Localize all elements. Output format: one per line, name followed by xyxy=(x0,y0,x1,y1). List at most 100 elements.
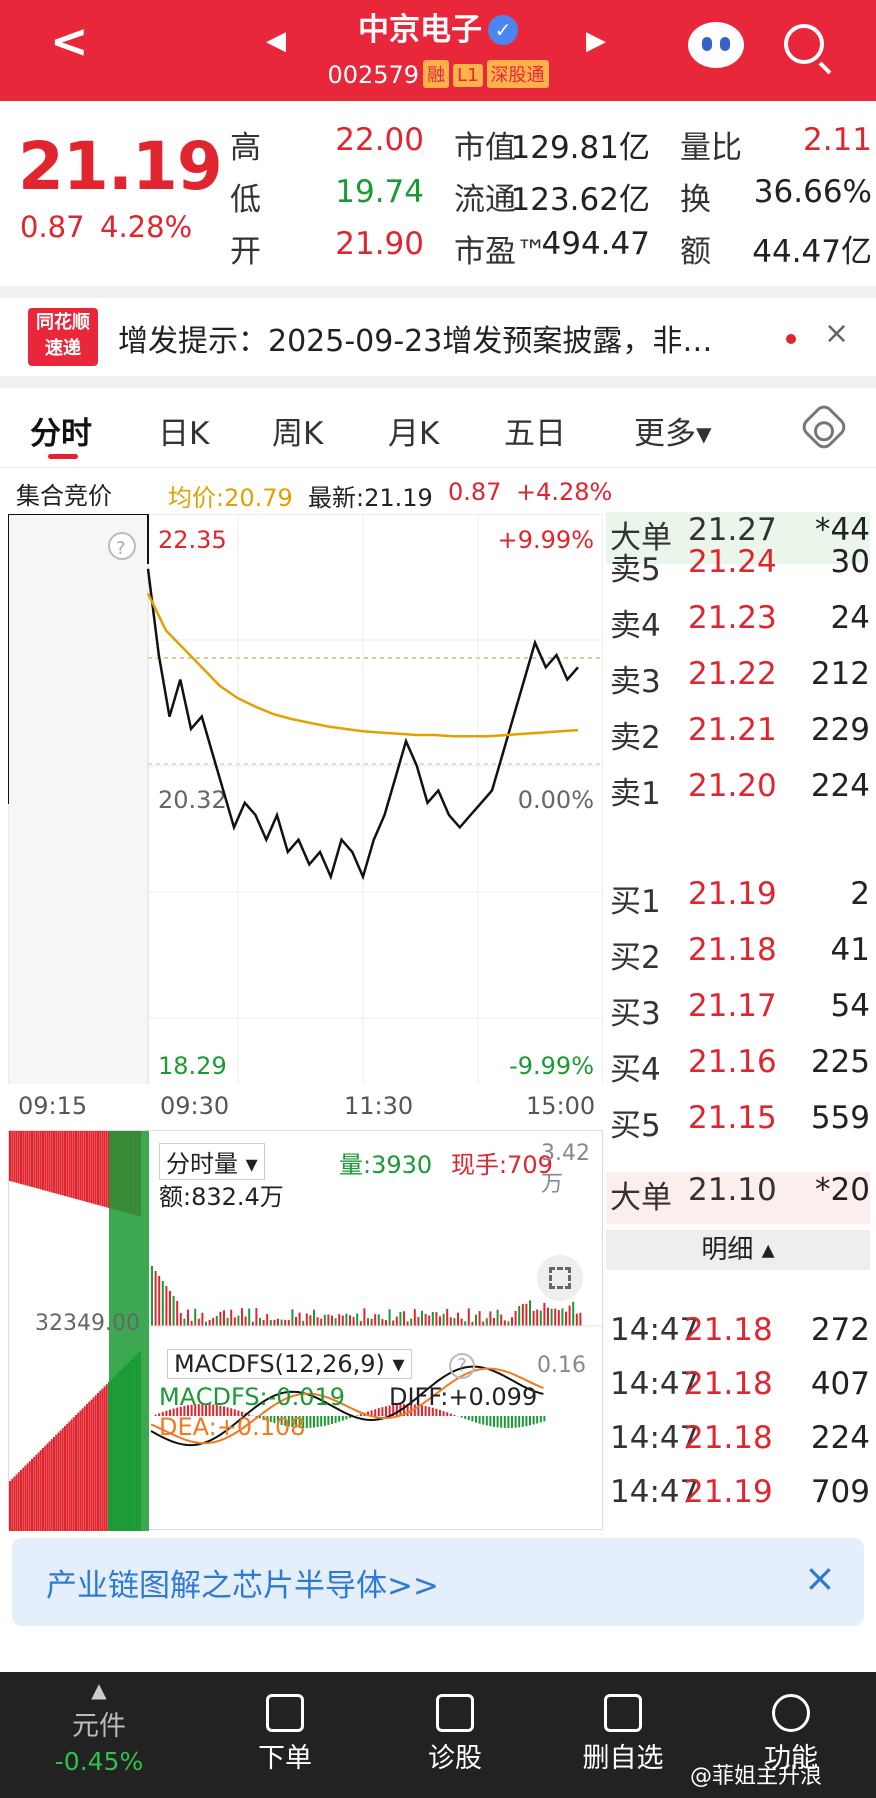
auction-bar xyxy=(97,1131,99,1205)
prev-stock-icon[interactable]: ◀ xyxy=(266,26,286,56)
macd-help-icon[interactable]: ? xyxy=(449,1353,475,1379)
macd-bar xyxy=(515,1416,517,1428)
ths-logo: 同花顺 速递 xyxy=(28,308,98,366)
macd-bar xyxy=(497,1416,499,1427)
volume-selector[interactable]: 分时量 ▾ xyxy=(159,1143,265,1180)
diagnose-item[interactable]: 诊股 xyxy=(390,1672,520,1775)
remove-watch-item[interactable]: 删自选 xyxy=(558,1672,688,1775)
ask-row[interactable]: 卖3 21.22 212 xyxy=(606,656,870,708)
quote-key: 市值 xyxy=(454,122,516,167)
volume-bar xyxy=(191,1321,193,1326)
ask-row[interactable]: 卖5 21.24 30 xyxy=(606,544,870,596)
promo-banner[interactable]: 产业链图解之芯片半导体>> × xyxy=(12,1538,864,1626)
volume-bar xyxy=(266,1314,268,1326)
tab-more[interactable]: 更多▾ xyxy=(634,408,712,453)
auction-bar xyxy=(42,1131,44,1190)
big-sell-row[interactable]: 大单 21.10 *20 xyxy=(606,1172,870,1224)
volume-bar xyxy=(284,1320,286,1326)
quote-key: 流通 xyxy=(454,174,516,219)
settings-icon[interactable] xyxy=(799,402,850,453)
chart-tabs: 分时 日K 周K 月K 五日 更多▾ xyxy=(0,390,876,468)
price-change: 0.87 xyxy=(20,210,85,244)
volume-bar xyxy=(486,1318,488,1326)
auction-bar xyxy=(82,1131,84,1201)
sector-label: 元件 xyxy=(34,1704,164,1743)
auction-bar xyxy=(20,1131,22,1184)
volume-bar xyxy=(349,1315,351,1326)
volume-bar xyxy=(281,1320,283,1326)
detail-toggle[interactable]: 明细 ▴ xyxy=(606,1230,870,1270)
volume-bar xyxy=(356,1313,358,1326)
macd-bar xyxy=(500,1416,502,1428)
volume-bar xyxy=(291,1309,293,1326)
ask-row[interactable]: 卖1 21.20 224 xyxy=(606,768,870,820)
tab-intraday[interactable]: 分时 xyxy=(30,408,92,453)
auction-bar xyxy=(31,1131,33,1187)
tab-daily-k[interactable]: 日K xyxy=(158,408,209,453)
bid-row[interactable]: 买5 21.15 559 xyxy=(606,1100,870,1152)
macd-bar xyxy=(356,1415,358,1416)
macd-bar xyxy=(529,1416,531,1425)
macd-bar xyxy=(450,1414,452,1416)
bid-row[interactable]: 买1 21.19 2 xyxy=(606,876,870,928)
macd-bar xyxy=(518,1416,520,1427)
bid-row[interactable]: 买4 21.16 225 xyxy=(606,1044,870,1096)
sector-item[interactable]: ▲ 元件 -0.45% xyxy=(34,1672,164,1776)
auction-bar xyxy=(40,1450,42,1531)
auction-bar xyxy=(38,1131,40,1189)
intraday-chart[interactable]: ? 22.35 20.32 18.29 +9.99% 0.00% -9.99% xyxy=(8,514,603,1084)
volume-max: 3.42万 xyxy=(541,1141,602,1198)
auction-bar xyxy=(51,1131,53,1192)
bottom-toolbar: ▲ 元件 -0.45% 下单 诊股 删自选 功能 @菲姐主升浪 xyxy=(0,1672,876,1798)
auction-bar xyxy=(16,1474,18,1531)
auction-bar xyxy=(42,1448,44,1531)
ask-row[interactable]: 卖2 21.21 229 xyxy=(606,712,870,764)
auction-bar xyxy=(62,1428,64,1531)
order-icon xyxy=(266,1694,304,1732)
auction-bar xyxy=(71,1419,73,1531)
volume-bar xyxy=(533,1311,535,1326)
tick-row: 14:47 21.19 709 xyxy=(606,1474,870,1526)
search-icon[interactable] xyxy=(784,24,824,64)
assistant-robot-icon[interactable] xyxy=(688,22,744,68)
auction-bar xyxy=(29,1131,31,1186)
volume-bar xyxy=(399,1312,401,1326)
macd-bar xyxy=(317,1416,319,1427)
news-ticker[interactable]: 同花顺 速递 增发提示：2025-09-23增发预案披露，非… × xyxy=(0,302,876,374)
time-axis: 09:15 09:30 11:30 15:00 xyxy=(8,1092,603,1128)
auction-bar xyxy=(77,1131,79,1200)
volume-bar xyxy=(248,1308,250,1326)
bid-row[interactable]: 买2 21.18 41 xyxy=(606,932,870,984)
macd-bar xyxy=(309,1416,311,1428)
volume-bar xyxy=(443,1314,445,1326)
close-icon[interactable]: × xyxy=(824,316,849,351)
tab-weekly-k[interactable]: 周K xyxy=(272,408,323,453)
volume-bar xyxy=(540,1311,542,1326)
ask-row[interactable]: 卖4 21.23 24 xyxy=(606,600,870,652)
auction-label[interactable]: 集合竞价 xyxy=(16,476,112,511)
volume-bar xyxy=(187,1310,189,1326)
tab-monthly-k[interactable]: 月K xyxy=(388,408,439,453)
volume-bar xyxy=(425,1314,427,1326)
quote-key: 高 xyxy=(230,122,261,167)
auction-bar xyxy=(62,1131,64,1195)
tab-five-day[interactable]: 五日 xyxy=(504,408,566,453)
tag-sgt: 深股通 xyxy=(487,60,549,88)
bid-row[interactable]: 买3 21.17 54 xyxy=(606,988,870,1040)
auction-bar xyxy=(99,1131,101,1206)
banner-close-icon[interactable]: × xyxy=(804,1556,836,1600)
volume-bar xyxy=(277,1319,279,1326)
order-item[interactable]: 下单 xyxy=(220,1672,350,1775)
volume-bar xyxy=(245,1316,247,1326)
auction-bar xyxy=(44,1131,46,1191)
macd-bar xyxy=(525,1416,527,1426)
y-tick-bottom: 18.29 xyxy=(158,1052,227,1080)
next-stock-icon[interactable]: ▶ xyxy=(586,26,606,56)
macd-bar xyxy=(511,1416,513,1428)
expand-icon[interactable] xyxy=(537,1255,583,1301)
auction-bar xyxy=(66,1424,68,1531)
auction-bar xyxy=(18,1131,20,1183)
auction-bar xyxy=(20,1470,22,1531)
volume-bar xyxy=(151,1266,153,1326)
macd-selector[interactable]: MACDFS(12,26,9) ▾ xyxy=(167,1349,412,1379)
